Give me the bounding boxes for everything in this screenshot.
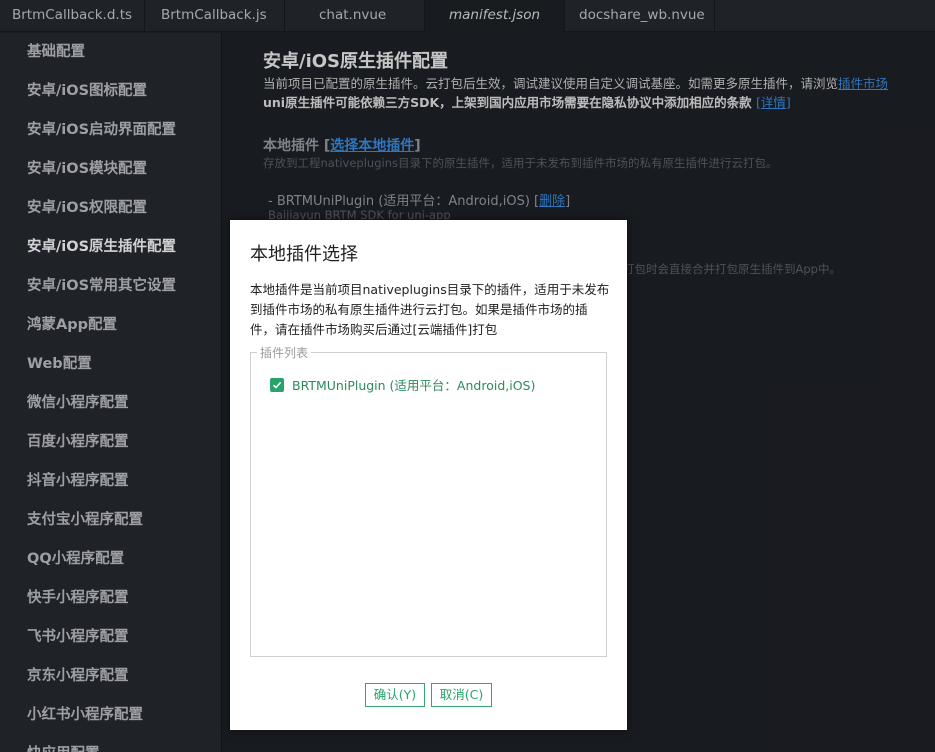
dialog-description: 本地插件是当前项目nativeplugins目录下的插件，适用于未发布到插件市场… [250, 282, 610, 337]
dialog-title: 本地插件选择 [250, 244, 358, 265]
plugin-list-item-label: BRTMUniPlugin (适用平台：Android,iOS) [292, 378, 536, 393]
plugin-list-item[interactable]: BRTMUniPlugin (适用平台：Android,iOS) [270, 375, 535, 394]
local-plugin-select-dialog: 本地插件选择 本地插件是当前项目nativeplugins目录下的插件，适用于未… [230, 220, 627, 730]
plugin-list-group: 插件列表 BRTMUniPlugin (适用平台：Android,iOS) [250, 344, 607, 657]
confirm-button[interactable]: 确认(Y) [365, 683, 425, 707]
plugin-list-legend: 插件列表 [257, 344, 312, 361]
cancel-button[interactable]: 取消(C) [431, 683, 492, 707]
checkmark-icon [272, 381, 282, 389]
plugin-checkbox[interactable] [270, 377, 284, 392]
